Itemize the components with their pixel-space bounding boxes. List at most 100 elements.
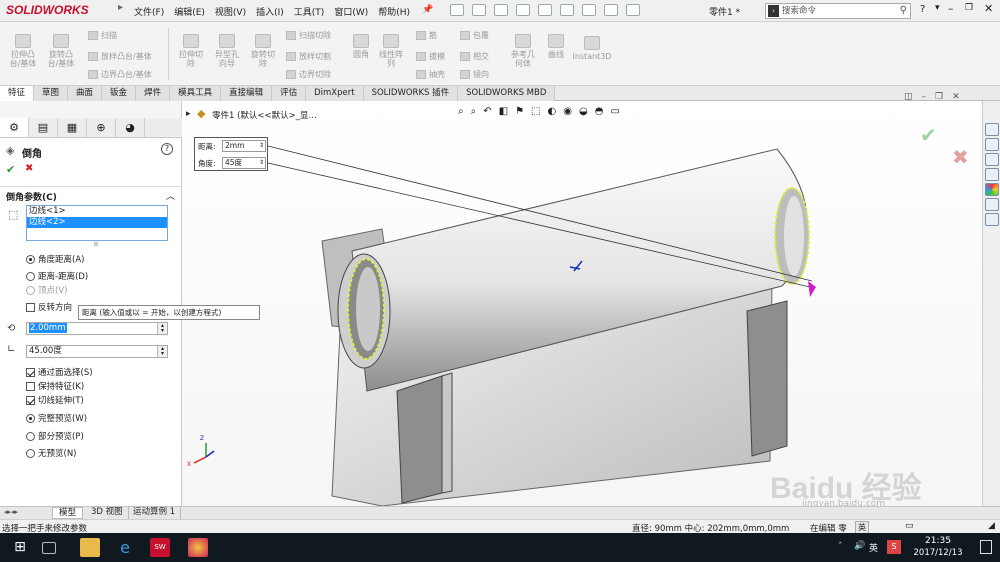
pin-icon[interactable]: 📌 [422,5,433,15]
menu-help[interactable]: 帮助(H) [378,5,410,18]
tab-dimxpert[interactable]: DimXpert [306,86,364,101]
reference-geometry-button[interactable]: 参考几 何体 [506,34,540,68]
swept-cut-button[interactable]: 扫描切除 [286,30,331,41]
select-icon[interactable] [560,4,574,16]
chamfer-drag-handle[interactable] [808,281,816,297]
keep-features-checkbox[interactable]: 保持特征(K) [26,380,84,392]
cancel-button[interactable]: ✖ [25,163,33,174]
reverse-direction-checkbox[interactable]: 反转方向 [26,301,72,313]
collapse-chevron-icon[interactable]: ︿ [166,189,175,202]
angle-input[interactable]: 45.00度 ▴ ▾ [26,345,168,358]
file-explorer-taskbar-icon[interactable] [80,538,100,557]
select-through-faces-checkbox[interactable]: 通过面选择(S) [26,366,93,378]
instant3d-button[interactable]: Instant3D [572,36,612,61]
partial-preview-option[interactable]: 部分预览(P) [26,430,84,442]
distance-spinner[interactable]: ▴ ▾ [157,323,167,334]
tab-3d-view[interactable]: 3D 视图 [86,507,129,519]
list-resize-handle[interactable] [94,242,98,246]
paint-taskbar-icon[interactable] [188,538,208,557]
intersect-button[interactable]: 相交 [460,51,489,62]
tab-sheet-metal[interactable]: 钣金 [102,86,137,101]
rib-button[interactable]: 筋 [416,30,437,41]
reverse-direction-box[interactable] [26,303,35,312]
menu-file[interactable]: 文件(F) [134,5,164,18]
help-icon[interactable]: ? [920,4,925,15]
taskbar-ime-indicator[interactable]: 英 [869,541,878,554]
resize-grip-icon[interactable]: ◢ [988,521,995,531]
minimize-icon[interactable]: – [948,2,954,15]
select-through-faces-box[interactable] [26,368,35,377]
edge-selection-list[interactable]: 边线<1> 边线<2> [26,205,168,241]
menu-window[interactable]: 窗口(W) [334,5,368,18]
design-library-icon[interactable] [984,138,999,151]
tab-model[interactable]: 模型 [52,507,84,519]
save-icon[interactable] [494,4,508,16]
sweep-button[interactable]: 扫描 [88,30,117,41]
edge-browser-icon[interactable]: e [115,538,135,557]
partial-preview-radio[interactable] [26,432,35,441]
callout-angle-input[interactable]: 45度 ⇕ [222,157,266,169]
option-distance-distance[interactable]: 距离-距离(D) [26,270,88,282]
tab-sketch[interactable]: 草图 [34,86,69,101]
radio-angle-distance[interactable] [26,255,35,264]
tab-direct-editing[interactable]: 直接编辑 [221,86,273,101]
mirror-button[interactable]: 镜向 [460,69,489,80]
graphics-area[interactable]: ▸ ◆ 零件1 (默认<<默认>_显... ⌕ ⌕ ↶ ◧ ⚑ ⬚ ◐ ◉ ◒ … [182,92,982,509]
hole-wizard-button[interactable]: 异型孔 向导 [210,34,244,68]
speaker-icon[interactable]: 🔊 [854,541,865,551]
dimxpert-manager-tab-icon[interactable]: ⊕ [87,118,116,137]
extrude-cut-button[interactable]: 拉伸切 除 [174,34,208,68]
clock-time[interactable]: 21:35 [918,536,958,546]
tab-weldments[interactable]: 焊件 [136,86,171,101]
forum-icon[interactable] [984,213,999,226]
search-commands-input[interactable]: › 搜索命令 ⚲ [765,3,911,19]
rebuild-icon[interactable] [582,4,596,16]
tab-surfaces[interactable]: 曲面 [68,86,103,101]
windows-start-icon[interactable]: ⊞ [10,538,30,557]
revolve-cut-button[interactable]: 旋转切 除 [246,34,280,68]
callout-distance-input[interactable]: 2mm ⇕ [222,140,266,152]
menu-edit[interactable]: 编辑(E) [174,5,205,18]
sogou-ime-icon[interactable]: S [887,540,901,554]
front-support[interactable] [396,375,443,504]
menu-view[interactable]: 视图(V) [215,5,246,18]
no-preview-option[interactable]: 无预览(N) [26,447,77,459]
edge-item-1[interactable]: 边线<1> [27,206,167,217]
boundary-boss-button[interactable]: 边界凸台/基体 [88,69,152,80]
help-dropdown-icon[interactable]: ▾ [935,3,940,13]
radio-distance-distance[interactable] [26,272,35,281]
chamfer-parameters-section[interactable]: 倒角参数(C) [6,190,57,203]
tab-motion-study[interactable]: 运动算例 1 [128,507,182,519]
task-view-icon[interactable] [42,542,56,554]
help-circle-icon[interactable]: ? [161,143,173,155]
close-icon[interactable]: ✕ [984,2,993,15]
tab-solidworks-mbd[interactable]: SOLIDWORKS MBD [458,86,556,101]
edge-item-2[interactable]: 边线<2> [27,217,167,228]
revolve-boss-button[interactable]: 旋转凸 台/基体 [44,34,78,68]
status-toggle-icon[interactable]: ▭ [905,521,914,531]
search-icon[interactable]: ⚲ [900,4,907,18]
undo-icon[interactable] [538,4,552,16]
shell-button[interactable]: 抽壳 [416,69,445,80]
tangent-propagation-checkbox[interactable]: 切线延伸(T) [26,394,84,406]
draft-button[interactable]: 拔模 [416,51,445,62]
full-preview-option[interactable]: 完整预览(W) [26,412,87,424]
solidworks-taskbar-icon[interactable]: SW [150,538,170,557]
radio-vertex[interactable] [26,286,35,295]
print-icon[interactable] [516,4,530,16]
callout-distance-spin-icon[interactable]: ⇕ [259,141,264,151]
clock-date[interactable]: 2017/12/13 [910,548,966,558]
menu-expand-icon[interactable]: ▸ [118,2,126,20]
menu-insert[interactable]: 插入(I) [256,5,284,18]
appearances-icon[interactable] [984,183,999,196]
tray-chevron-icon[interactable]: ˆ [838,542,843,552]
model-view[interactable] [182,101,982,506]
tab-mold-tools[interactable]: 模具工具 [170,86,222,101]
tab-evaluate[interactable]: 评估 [272,86,307,101]
linear-pattern-button[interactable]: 线性阵 列 [376,34,406,68]
home-icon[interactable] [984,123,999,136]
distance-input[interactable]: 2.00mm ▴ ▾ [26,322,168,335]
configuration-manager-tab-icon[interactable]: ▦ [58,118,87,137]
no-preview-radio[interactable] [26,449,35,458]
callout-angle-spin-icon[interactable]: ⇕ [259,158,264,168]
